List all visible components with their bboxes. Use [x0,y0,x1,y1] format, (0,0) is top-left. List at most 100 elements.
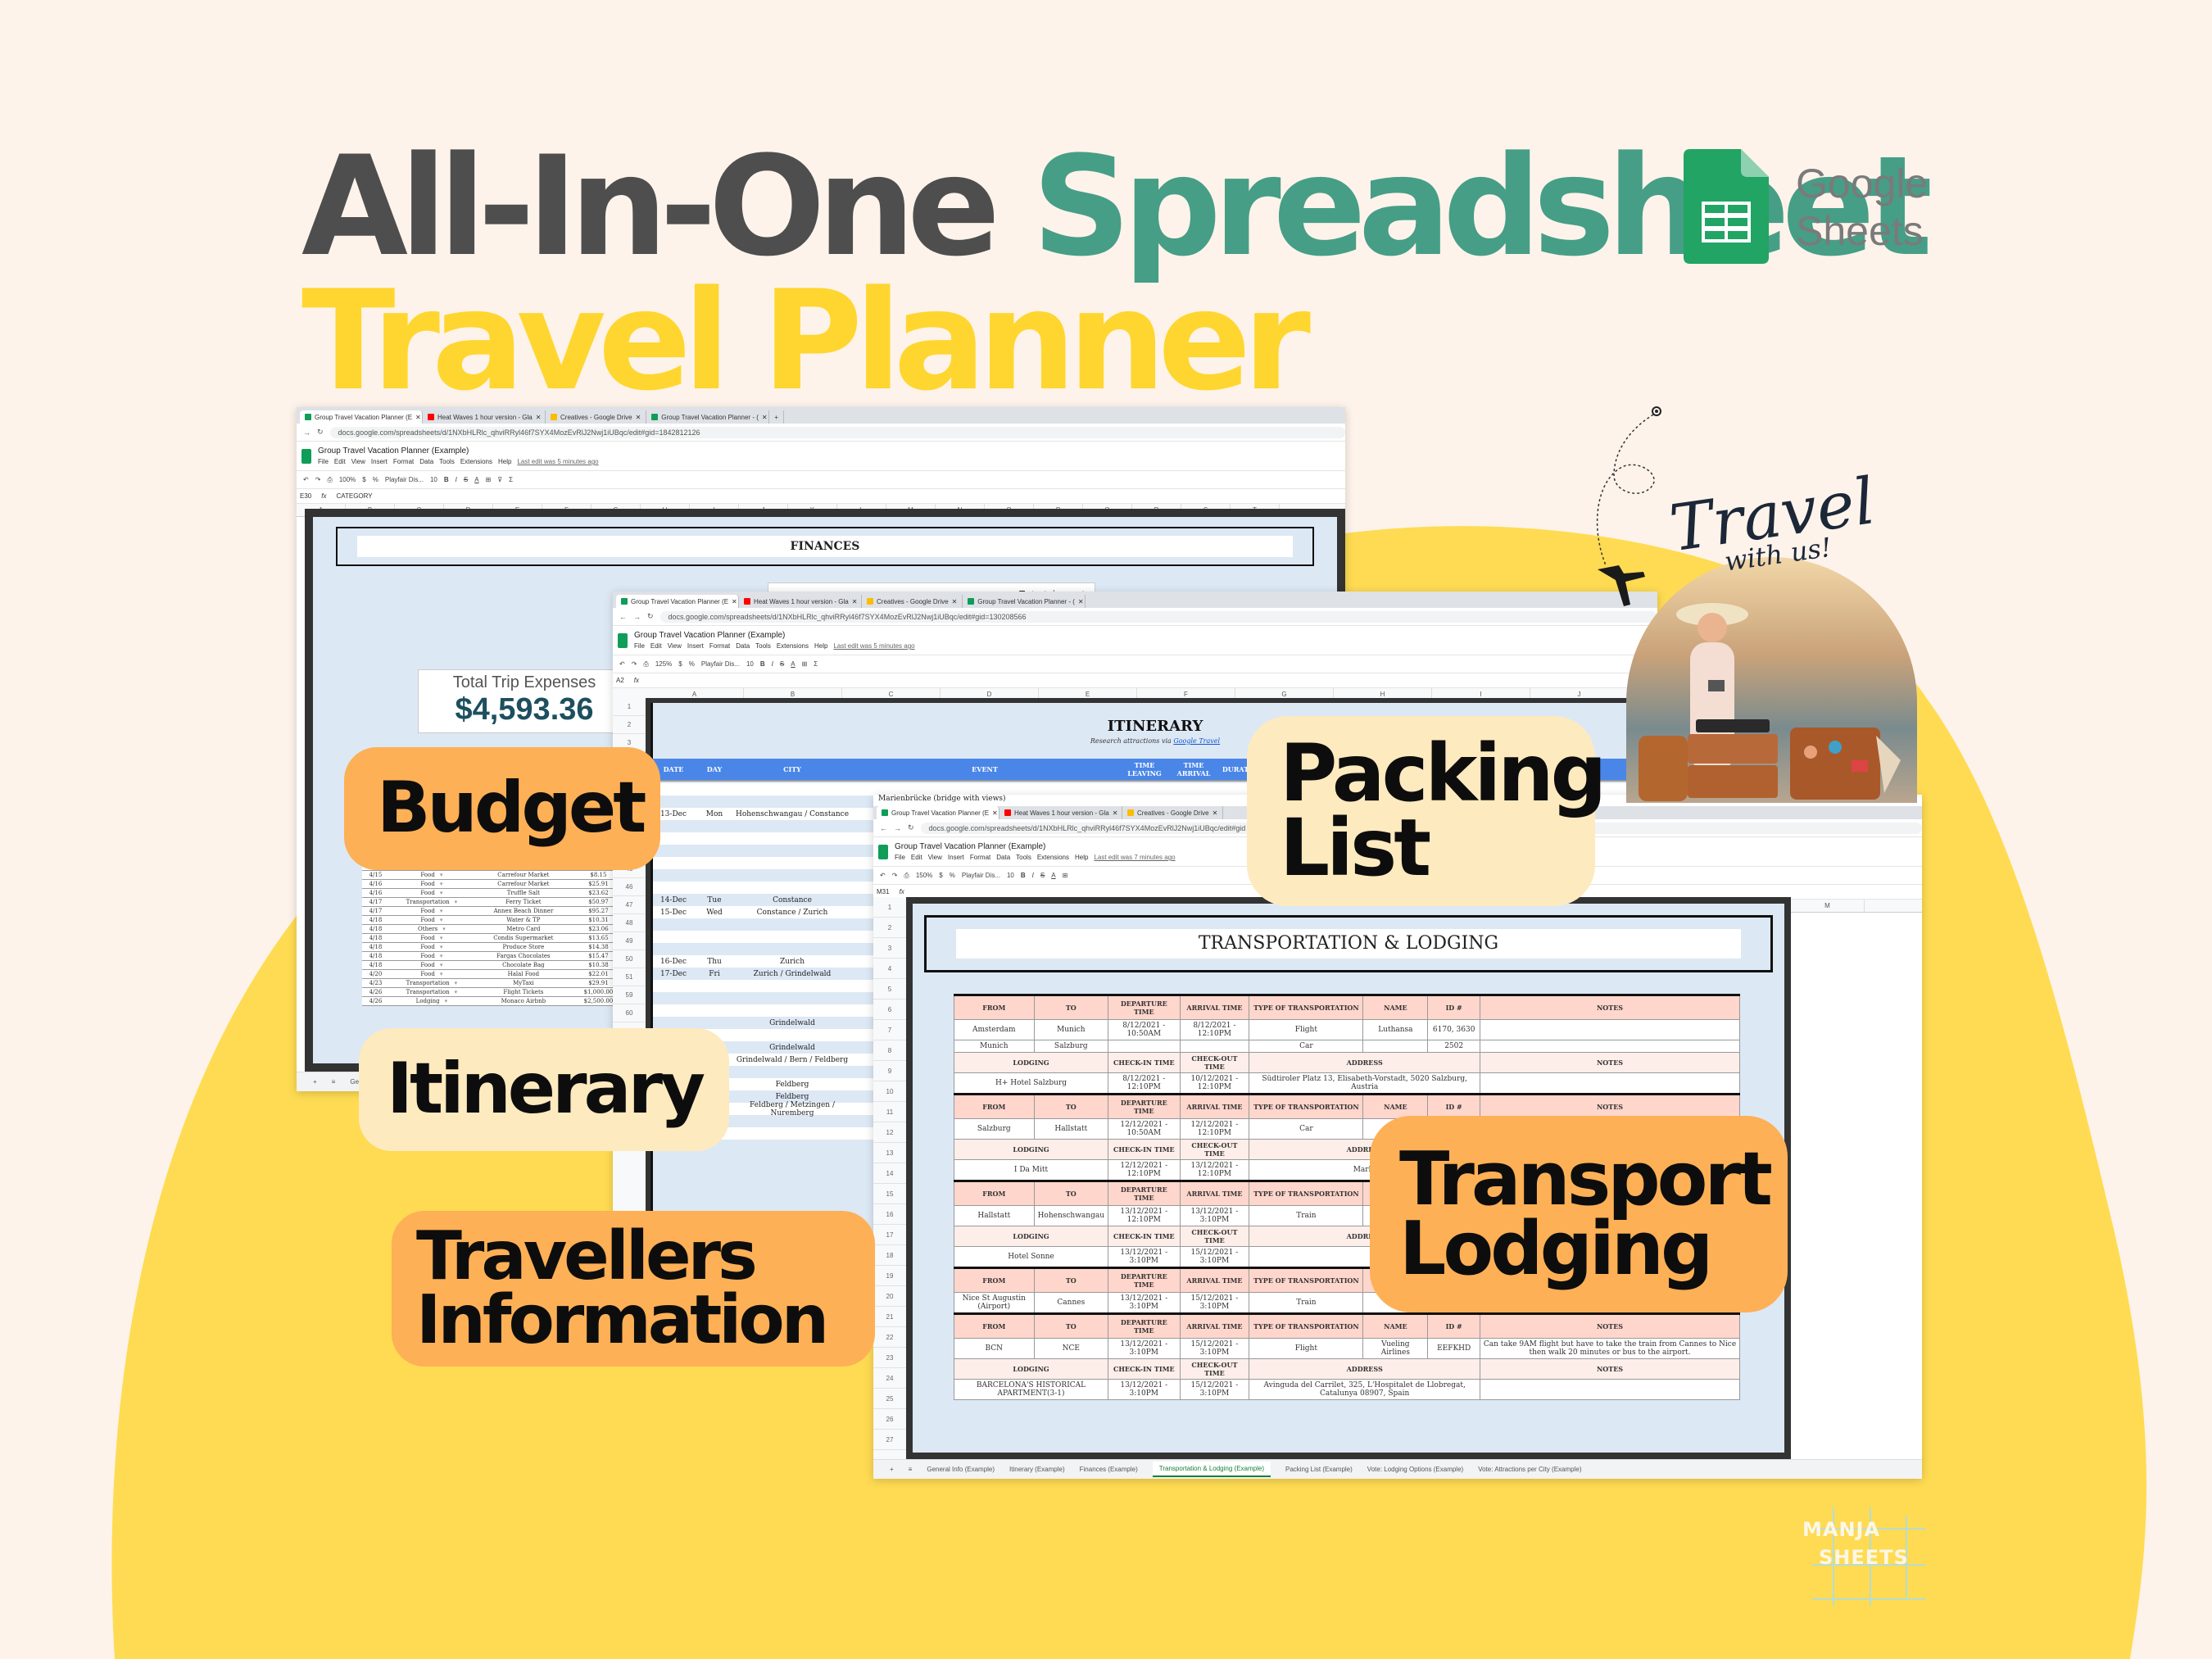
row-number[interactable]: 8 [873,1040,906,1061]
add-sheet-icon[interactable]: + [890,1466,894,1473]
menu-insert[interactable]: Insert [687,642,704,650]
text-color-icon[interactable]: A [791,660,795,668]
expense-category[interactable]: Food [388,951,474,961]
itinerary-date[interactable]: 15-Dec [653,909,694,917]
lodging-cell-checkout[interactable]: 10/12/2021 - 12:10PM [1179,1072,1250,1095]
expense-category[interactable]: Food [388,969,474,979]
itinerary-city[interactable]: Feldberg [735,1093,850,1101]
row-number[interactable]: 18 [873,1245,906,1266]
row-number[interactable]: 22 [873,1327,906,1348]
expense-category[interactable]: Food [388,906,474,916]
undo-icon[interactable]: ↶ [619,660,625,668]
row-number[interactable]: 3 [873,938,906,959]
itinerary-day[interactable]: Fri [694,970,735,978]
expense-category[interactable]: Food [388,888,474,898]
row-number[interactable]: 2 [873,918,906,938]
row-number[interactable]: 1 [613,698,646,716]
lodging-cell-name[interactable]: I Da Mitt [953,1159,1109,1181]
print-icon[interactable]: ⎙ [327,476,332,484]
undo-icon[interactable]: ↶ [880,872,886,879]
menu-data[interactable]: Data [419,458,433,465]
lodging-cell-checkin[interactable]: 12/12/2021 - 12:10PM [1108,1159,1181,1181]
expense-category[interactable]: Transportation [388,978,474,988]
functions-icon[interactable]: Σ [509,476,513,483]
expense-category[interactable]: Transportation [388,987,474,997]
menu-tools[interactable]: Tools [1016,854,1031,861]
itinerary-city[interactable]: Feldberg / Metzingen / Nuremberg [735,1101,850,1117]
italic-icon[interactable]: I [1032,872,1034,879]
text-color-icon[interactable]: A [1051,872,1055,879]
row-number[interactable]: 14 [873,1163,906,1184]
itinerary-city[interactable]: Hohenschwangau / Constance [735,810,850,818]
print-icon[interactable]: ⎙ [904,872,909,880]
itinerary-day[interactable]: Wed [694,909,735,917]
font-size-select[interactable]: 10 [430,476,437,483]
zoom-select[interactable]: 125% [655,660,672,668]
itinerary-date[interactable]: 17-Dec [653,970,694,978]
font-select[interactable]: Playfair Dis... [962,872,1000,879]
row-number[interactable]: 21 [873,1307,906,1327]
menu-extensions[interactable]: Extensions [777,642,809,650]
itinerary-city[interactable]: Zurich / Grindelwald [735,970,850,978]
expense-category[interactable]: Food [388,960,474,970]
browser-tab[interactable]: Group Travel Vacation Planner (E ✕ [877,806,999,819]
row-number[interactable]: 9 [873,1061,906,1081]
transport-cell-to[interactable]: NCE [1033,1338,1109,1359]
doc-title[interactable]: Group Travel Vacation Planner (Example) [634,631,915,640]
browser-tab[interactable]: Group Travel Vacation Planner - ( ✕ [963,595,1086,608]
lodging-cell-checkin[interactable]: 13/12/2021 - 3:10PM [1108,1246,1181,1268]
url-bar[interactable]: docs.google.com/spreadsheets/d/1NXbHLRlc… [660,610,1657,623]
currency-icon[interactable]: $ [678,660,682,668]
strikethrough-icon[interactable]: S [464,476,468,483]
transport-cell-name[interactable]: Vueling Airlines [1362,1338,1429,1359]
row-number[interactable]: 59 [613,986,646,1004]
menu-insert[interactable]: Insert [948,854,964,861]
row-number[interactable]: 5 [873,979,906,999]
sheet-tab[interactable]: Vote: Attractions per City (Example) [1478,1466,1581,1473]
menu-tools[interactable]: Tools [755,642,771,650]
transport-cell-from[interactable]: Salzburg [954,1118,1035,1140]
formula-input[interactable]: CATEGORY [336,492,372,500]
menu-extensions[interactable]: Extensions [460,458,492,465]
borders-icon[interactable]: ⊞ [802,660,808,668]
menu-file[interactable]: File [318,458,329,465]
sheet-tab[interactable]: Finances (Example) [1080,1466,1138,1473]
transport-cell-arr[interactable]: 13/12/2021 - 3:10PM [1179,1205,1250,1226]
menu-edit[interactable]: Edit [650,642,662,650]
row-number[interactable]: 46 [613,878,646,896]
row-number[interactable]: 49 [613,932,646,950]
undo-icon[interactable]: ↶ [303,476,309,483]
transport-cell-type[interactable]: Flight [1249,1019,1364,1040]
transport-cell-arr[interactable]: 15/12/2021 - 3:10PM [1179,1292,1250,1314]
forward-icon[interactable]: → [894,824,901,832]
zoom-select[interactable]: 100% [339,476,356,483]
transport-cell-name[interactable]: Luthansa [1362,1019,1429,1040]
row-number[interactable]: 47 [613,896,646,914]
reload-icon[interactable]: ↻ [317,428,324,437]
font-select[interactable]: Playfair Dis... [701,660,740,668]
row-number[interactable]: 4 [873,959,906,979]
reload-icon[interactable]: ↻ [908,823,914,832]
cell-reference[interactable]: E30 [300,492,311,500]
itinerary-city[interactable]: Grindelwald / Bern / Feldberg [735,1056,850,1064]
sheet-tab[interactable]: Itinerary (Example) [1009,1466,1065,1473]
text-color-icon[interactable]: A [474,476,478,483]
font-select[interactable]: Playfair Dis... [385,476,424,483]
doc-title[interactable]: Group Travel Vacation Planner (Example) [895,842,1176,851]
bold-icon[interactable]: B [760,660,765,668]
expense-category[interactable]: Lodging [388,996,474,1006]
back-icon[interactable]: ← [619,613,627,621]
transport-cell-dep[interactable]: 13/12/2021 - 3:10PM [1108,1338,1181,1359]
lodging-cell-address[interactable]: Avinguda del Carrilet, 325, L'Hospitalet… [1249,1379,1481,1400]
itinerary-day[interactable]: Mon [694,810,735,818]
expense-category[interactable]: Food [388,879,474,889]
lodging-cell-checkout[interactable]: 13/12/2021 - 12:10PM [1179,1159,1250,1181]
menu-file[interactable]: File [895,854,905,861]
url-bar[interactable]: docs.google.com/spreadsheets/d/1NXbHLRlc… [329,426,1345,438]
expense-category[interactable]: Others [388,924,474,934]
transport-cell-type[interactable]: Car [1249,1040,1364,1053]
itinerary-city[interactable]: Constance / Zurich [735,909,850,917]
sheet-tab[interactable]: General Info (Example) [927,1466,995,1473]
transport-cell-dep[interactable] [1108,1040,1181,1053]
redo-icon[interactable]: ↷ [632,660,637,668]
